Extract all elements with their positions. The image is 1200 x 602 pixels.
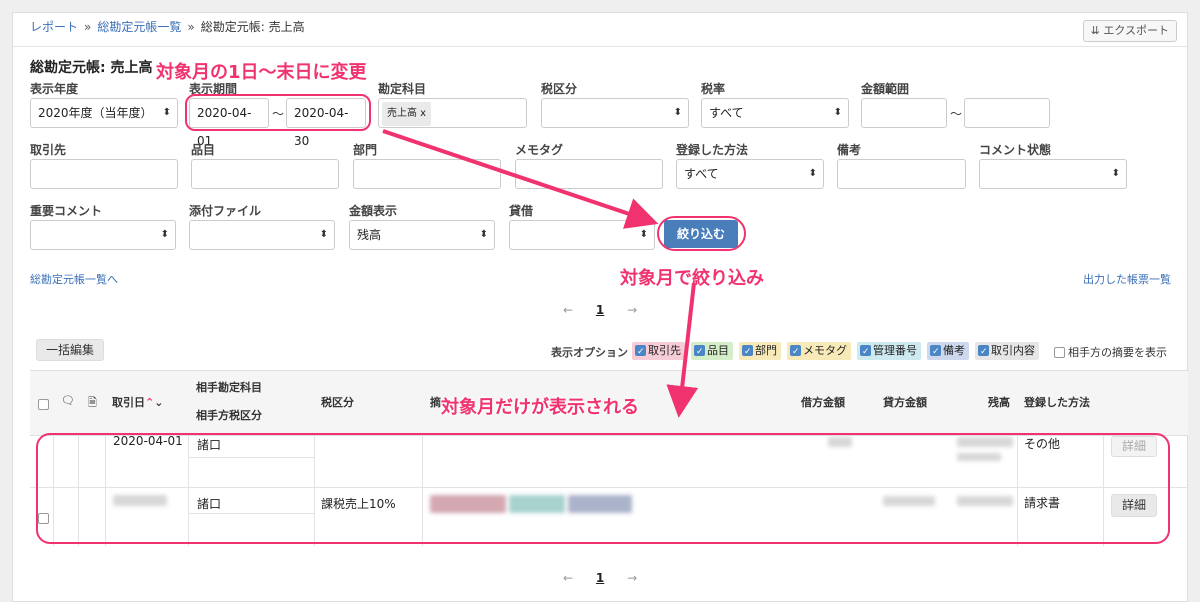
report-panel: レポート» 総勘定元帳一覧» 総勘定元帳: 売上高 ⇊ エクスポート 総勘定元帳: … <box>12 12 1188 602</box>
annotation-arrows <box>382 129 699 418</box>
arrow-to-submit <box>382 129 659 229</box>
arrow-to-results <box>666 282 699 418</box>
